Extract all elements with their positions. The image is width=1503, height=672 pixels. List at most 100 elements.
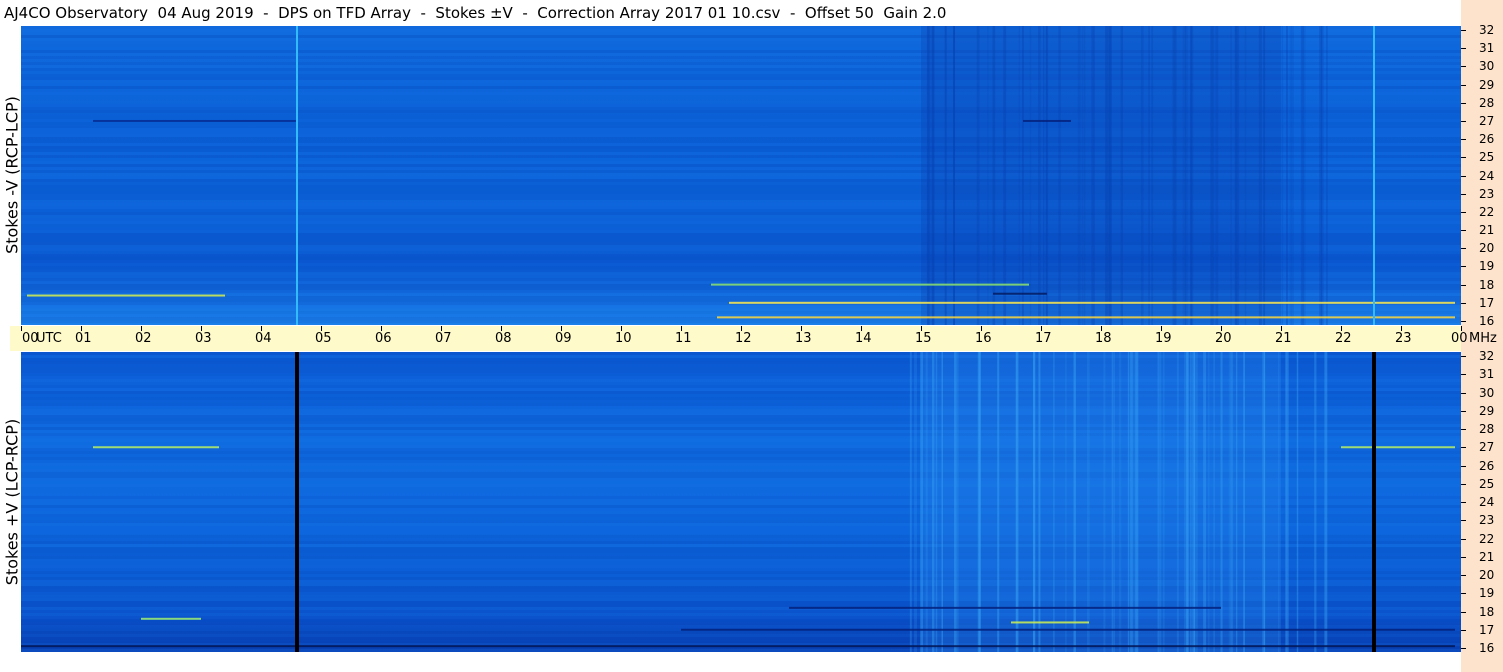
spectrogram-bottom-plot (21, 352, 1461, 652)
frequency-tick-label: 24 (1479, 495, 1495, 509)
frequency-tick-label: 16 (1479, 641, 1495, 655)
frequency-tick-label: 29 (1479, 77, 1495, 92)
frequency-tick-label: 29 (1479, 403, 1495, 418)
panel-label-top: Stokes -V (RCP-LCP) (2, 96, 22, 254)
spectrogram-streak (1281, 26, 1284, 325)
frequency-tick-mark (1461, 139, 1466, 141)
frequency-tick-mark (1461, 66, 1466, 68)
spectrogram-streak (1228, 352, 1232, 652)
spectrogram-streak (1235, 26, 1238, 325)
frequency-tick-label: 32 (1479, 349, 1495, 363)
utc-tick-label: 03 (195, 331, 212, 346)
frequency-tick-mark (1461, 30, 1466, 31)
frequency-axis-top: 32 31 30 29 28 27 26 25 24 23 22 21 20 19 18 17 16 (1461, 23, 1503, 328)
frequency-tick-label: 23 (1479, 513, 1495, 528)
vertical-marker-line (296, 26, 298, 325)
frequency-tick-label: 22 (1479, 531, 1495, 546)
frequency-tick-label: 24 (1479, 168, 1495, 183)
spectrogram-streak (1151, 26, 1154, 325)
spectrogram-streak (1314, 352, 1317, 652)
spectrogram-streak (1291, 26, 1294, 325)
frequency-tick-mark (1461, 374, 1466, 376)
frequency-tick-label: 16 (1479, 314, 1495, 328)
time-axis: UTC MHz 00 01 02 03 04 05 06 07 08 09 10 11 12 13 14 15… (10, 326, 1497, 351)
spectrogram-streak (1278, 352, 1280, 652)
signal-trace (27, 294, 225, 297)
spectrogram-streak (1186, 26, 1188, 325)
signal-trace (717, 316, 1455, 319)
vertical-marker-line (295, 352, 299, 652)
spectrogram-streak (1105, 26, 1108, 325)
spectrogram-streak (1083, 26, 1086, 325)
spectrogram-streak (1235, 352, 1238, 652)
vertical-marker-line (1373, 26, 1375, 325)
spectrogram-streak (1237, 26, 1240, 325)
frequency-tick-mark (1461, 392, 1466, 394)
signal-trace (21, 645, 1455, 648)
frequency-tick-label: 26 (1479, 458, 1495, 473)
utc-tick-label: 11 (675, 331, 692, 346)
utc-tick-label: 17 (1035, 331, 1052, 346)
frequency-tick-label: 32 (1479, 23, 1495, 37)
utc-tick-label: 05 (315, 331, 332, 346)
utc-tick-label: 10 (615, 331, 632, 346)
spectrogram-streak (987, 26, 989, 325)
frequency-tick-label: 19 (1479, 586, 1495, 601)
spectrogram-streak (953, 26, 955, 325)
frequency-tick-label: 30 (1479, 59, 1495, 74)
spectrogram-streak (1296, 352, 1299, 652)
spectrogram-streak (1319, 26, 1322, 325)
frequency-tick-mark (1461, 157, 1466, 159)
frequency-tick-mark (1461, 284, 1466, 286)
utc-tick-label: 15 (915, 331, 932, 346)
frequency-tick-mark (1461, 211, 1466, 213)
spectrogram-streak (1173, 26, 1177, 325)
utc-tick-label: 04 (255, 331, 272, 346)
spectrogram-streak (1190, 26, 1193, 325)
spectrogram-streak (1038, 26, 1041, 325)
spectrogram-streak (1326, 26, 1328, 325)
activity-region (921, 26, 1281, 325)
spectrogram-streak (1244, 26, 1247, 325)
frequency-tick-label: 31 (1479, 367, 1495, 382)
frequency-tick-label: 25 (1479, 476, 1495, 491)
chart-title: AJ4CO Observatory 04 Aug 2019 - DPS on T… (4, 4, 947, 22)
spectrogram-streak (1003, 26, 1007, 325)
frequency-tick-label: 18 (1479, 604, 1495, 619)
frequency-tick-mark (1461, 483, 1466, 485)
signal-trace (711, 283, 1029, 286)
spectrogram-streak (1077, 26, 1081, 325)
frequency-tick-label: 28 (1479, 422, 1495, 436)
spectrogram-panel-bottom (21, 352, 1461, 652)
signal-trace (93, 446, 219, 449)
frequency-tick-mark (1461, 175, 1466, 177)
frequency-tick-label: 20 (1479, 568, 1495, 582)
spectrogram-streak (1081, 26, 1083, 325)
spectrogram-streak (1230, 26, 1232, 325)
utc-tick-label: 20 (1215, 331, 1232, 346)
frequency-tick-mark (1461, 356, 1466, 357)
spectrogram-streak (992, 26, 996, 325)
spectrogram-streak (1289, 26, 1292, 325)
signal-trace (729, 301, 1455, 304)
frequency-tick-mark (1461, 302, 1466, 304)
spectrogram-streak (1184, 26, 1187, 325)
spectrogram-streak (1092, 26, 1095, 325)
signal-trace (993, 292, 1047, 295)
utc-tick-label: 07 (435, 331, 452, 346)
utc-tick-label: 00 (1451, 331, 1468, 346)
spectrogram-streak (1210, 26, 1214, 325)
frequency-tick-label: 17 (1479, 622, 1495, 637)
frequency-tick-mark (1461, 48, 1466, 50)
frequency-tick-label: 21 (1479, 223, 1495, 238)
frequency-tick-mark (1461, 102, 1466, 104)
frequency-tick-label: 28 (1479, 95, 1495, 110)
spectrogram-streak (1215, 26, 1219, 325)
signal-trace (1011, 621, 1089, 624)
signal-trace (681, 628, 1455, 631)
frequency-tick-label: 21 (1479, 549, 1495, 564)
frequency-tick-mark (1461, 266, 1466, 268)
frequency-tick-label: 17 (1479, 295, 1495, 310)
frequency-tick-mark (1461, 611, 1466, 613)
frequency-tick-mark (1461, 520, 1466, 522)
